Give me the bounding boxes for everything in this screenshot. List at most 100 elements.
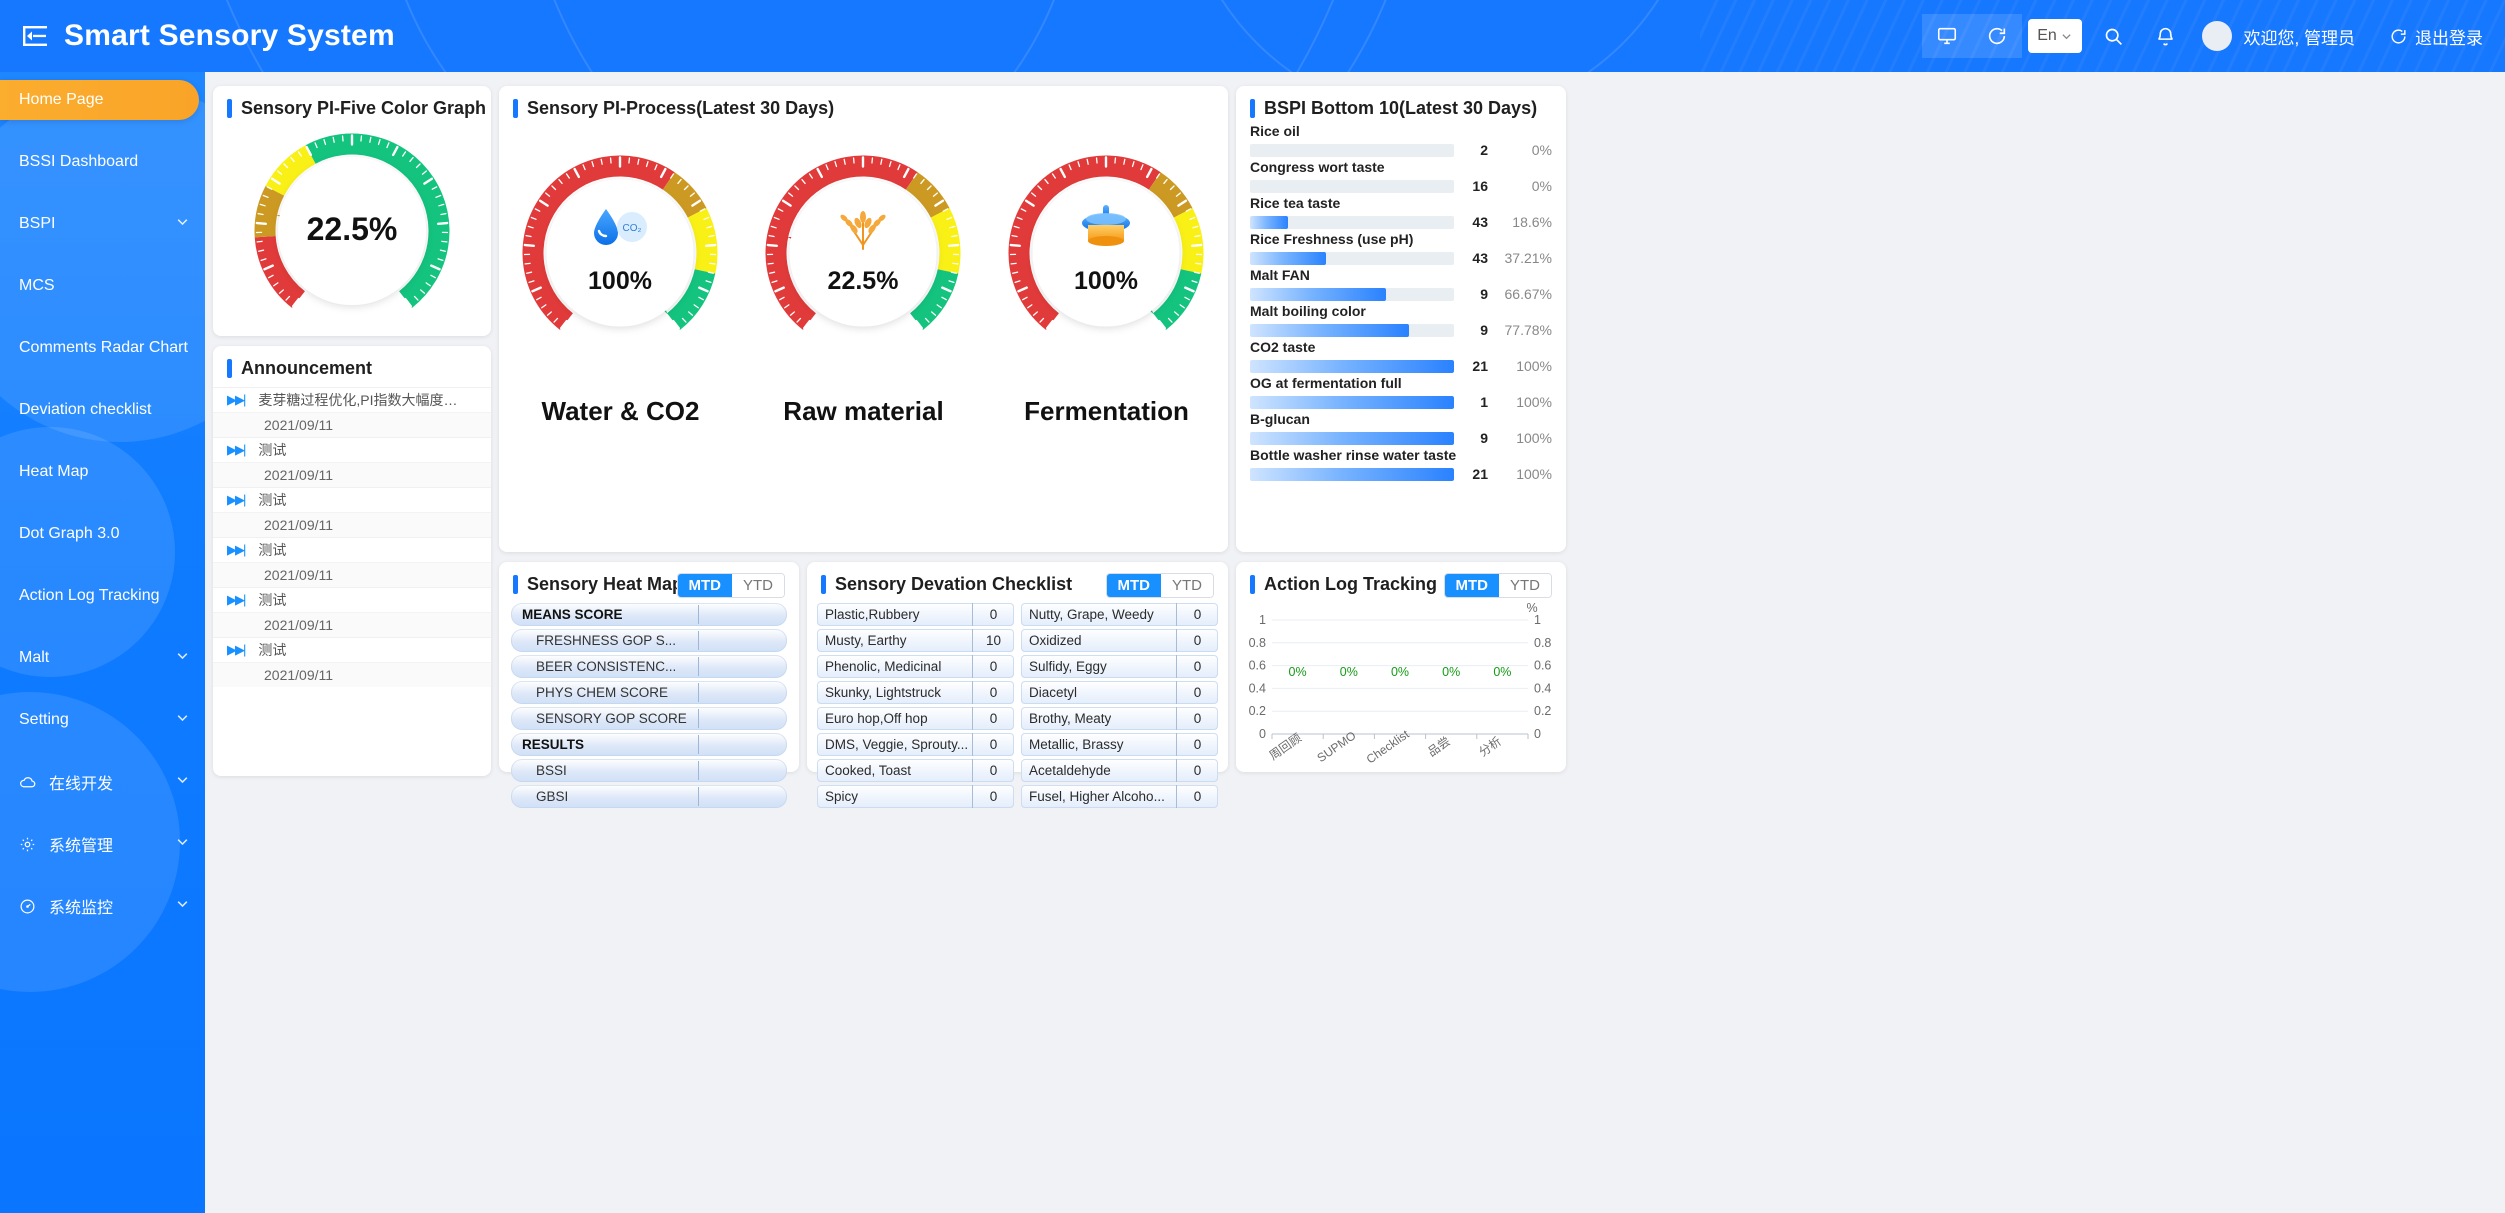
deviation-cell[interactable]: Acetaldehyde 0: [1021, 759, 1218, 782]
heatmap-row[interactable]: BSSI: [511, 759, 787, 782]
deviation-cell[interactable]: Cooked, Toast 0: [817, 759, 1014, 782]
announcement-date: 2021/09/11: [213, 562, 491, 587]
deviation-cell[interactable]: Metallic, Brassy 0: [1021, 733, 1218, 756]
sidebar-item-comments-radar-chart[interactable]: Comments Radar Chart: [0, 328, 205, 368]
bspi-percent: 0%: [1531, 178, 1552, 194]
language-selector[interactable]: En: [2027, 19, 2082, 53]
heatmap-row[interactable]: PHYS CHEM SCORE: [511, 681, 787, 704]
deviation-tab-ytd[interactable]: YTD: [1161, 574, 1213, 597]
sidebar-item-系统监控[interactable]: 系统监控: [0, 886, 205, 926]
deviation-cell[interactable]: Oxidized 0: [1021, 629, 1218, 652]
deviation-cell-label: Fusel, Higher Alcoho...: [1029, 789, 1165, 804]
heatmap-row-label: BEER CONSISTENC...: [536, 659, 677, 674]
deviation-cell[interactable]: Fusel, Higher Alcoho... 0: [1021, 785, 1218, 808]
deviation-cell[interactable]: Musty, Earthy 10: [817, 629, 1014, 652]
heatmap-row[interactable]: RESULTS: [511, 733, 787, 756]
heatmap-tab-ytd[interactable]: YTD: [732, 574, 784, 597]
monitor-icon[interactable]: [1921, 14, 1972, 58]
heatmap-row[interactable]: GBSI: [511, 785, 787, 808]
refresh-icon[interactable]: [1971, 14, 2022, 58]
hamburger-collapse-icon[interactable]: [18, 19, 52, 53]
bspi-count: 9: [1480, 430, 1488, 446]
announcement-item[interactable]: ▶▶| 测试: [213, 537, 491, 562]
process-gauge-svg: 22.5%: [765, 155, 961, 330]
heatmap-row[interactable]: BEER CONSISTENC...: [511, 655, 787, 678]
deviation-cell[interactable]: Brothy, Meaty 0: [1021, 707, 1218, 730]
announcement-item[interactable]: ▶▶| 测试: [213, 587, 491, 612]
announcement-item[interactable]: ▶▶| 测试: [213, 487, 491, 512]
sidebar-item-在线开发[interactable]: 在线开发: [0, 762, 205, 802]
deviation-cell-grid: Plastic,Rubbery 0 Nutty, Grape, Weedy 0 Must…: [807, 601, 1228, 808]
deviation-cell-label: Diacetyl: [1029, 685, 1078, 700]
gauge-tick: [952, 262, 959, 265]
deviation-cell-label: Musty, Earthy: [825, 633, 907, 648]
fast-forward-icon: ▶▶|: [227, 592, 246, 607]
bspi-bar-fill: [1250, 359, 1454, 373]
process-gauge-caption: Raw material: [783, 396, 944, 426]
bspi-row: OG at fermentation full 1 100%: [1236, 374, 1566, 410]
card-sensory-deviation-checklist: Sensory Devation Checklist MTD YTD Plasti…: [807, 562, 1228, 808]
bspi-label: B-glucan: [1250, 411, 1310, 427]
dashboard-icon: [19, 898, 41, 915]
sidebar-item-bssi-dashboard[interactable]: BSSI Dashboard: [0, 142, 205, 182]
action-log-tab-ytd[interactable]: YTD: [1499, 574, 1551, 597]
deviation-cell-value: 10: [972, 629, 1014, 652]
sidebar-item-action-log-tracking[interactable]: Action Log Tracking: [0, 576, 205, 616]
sidebar-item-malt[interactable]: Malt: [0, 638, 205, 678]
sidebar-item-mcs[interactable]: MCS: [0, 266, 205, 306]
bspi-percent: 100%: [1516, 394, 1552, 410]
action-log-tab-mtd[interactable]: MTD: [1444, 574, 1499, 597]
announcement-item[interactable]: ▶▶| 麦芽糖过程优化,PI指数大幅度提升,信息...: [213, 387, 491, 412]
announcement-item[interactable]: ▶▶| 测试: [213, 437, 491, 462]
bspi-percent: 0%: [1531, 142, 1552, 158]
deviation-cell[interactable]: Diacetyl 0: [1021, 681, 1218, 704]
bspi-label: Bottle washer rinse water taste: [1250, 447, 1457, 463]
deviation-cell[interactable]: Skunky, Lightstruck 0: [817, 681, 1014, 704]
logout-button[interactable]: 退出登录: [2389, 24, 2483, 49]
sidebar-item-bspi[interactable]: BSPI: [0, 204, 205, 244]
deviation-cell-label: Skunky, Lightstruck: [825, 685, 942, 700]
sidebar-item-home-page[interactable]: Home Page: [0, 80, 199, 120]
sidebar-item-dot-graph-3-0[interactable]: Dot Graph 3.0: [0, 514, 205, 554]
chart-data-label: 0%: [1391, 665, 1409, 679]
sidebar-item-deviation-checklist[interactable]: Deviation checklist: [0, 390, 205, 430]
sidebar-item-label: MCS: [19, 277, 55, 294]
main-content: Sensory PI-Five Color Graph 22.5% Announ…: [205, 72, 2505, 1213]
bspi-label: Rice oil: [1250, 123, 1300, 139]
process-gauge-caption: Water & CO2: [541, 396, 700, 426]
gauge-tick: [704, 243, 717, 247]
chart-data-label: 0%: [1442, 665, 1460, 679]
bspi-count: 43: [1472, 250, 1488, 266]
chart-data-label: 0%: [1493, 665, 1511, 679]
bspi-count: 21: [1472, 358, 1488, 374]
deviation-cell[interactable]: Nutty, Grape, Weedy 0: [1021, 603, 1218, 626]
bell-icon[interactable]: [2140, 14, 2192, 58]
heatmap-tab-mtd[interactable]: MTD: [677, 574, 732, 597]
heatmap-row[interactable]: FRESHNESS GOP S...: [511, 629, 787, 652]
deviation-cell-label: Brothy, Meaty: [1029, 711, 1112, 726]
announcement-item[interactable]: ▶▶| 测试: [213, 637, 491, 662]
gear-icon: [19, 836, 41, 853]
deviation-cell[interactable]: DMS, Veggie, Sprouty... 0: [817, 733, 1014, 756]
sidebar-item-系统管理[interactable]: 系统管理: [0, 824, 205, 864]
gauge-tick: [1009, 243, 1022, 247]
deviation-cell[interactable]: Sulfidy, Eggy 0: [1021, 655, 1218, 678]
action-log-chart: %0 00.2 0.20.4 0.40.6 0.60.8 0.81 10%周回顾0%SUPM…: [1249, 602, 1552, 766]
heatmap-row[interactable]: MEANS SCORE: [511, 603, 787, 626]
search-icon[interactable]: [2088, 14, 2140, 58]
deviation-cell[interactable]: Euro hop,Off hop 0: [817, 707, 1014, 730]
deviation-cell[interactable]: Phenolic, Medicinal 0: [817, 655, 1014, 678]
deviation-cell-label: Oxidized: [1029, 633, 1082, 648]
heatmap-row[interactable]: SENSORY GOP SCORE: [511, 707, 787, 730]
deviation-cell[interactable]: Spicy 0: [817, 785, 1014, 808]
announcement-date: 2021/09/11: [213, 462, 491, 487]
bspi-percent: 100%: [1516, 430, 1552, 446]
bspi-label: OG at fermentation full: [1250, 375, 1402, 391]
heatmap-tab-group: MTD YTD: [676, 573, 785, 598]
avatar[interactable]: [2201, 21, 2232, 51]
deviation-tab-mtd[interactable]: MTD: [1106, 574, 1161, 597]
chart-y2tick: 1: [1534, 613, 1541, 627]
deviation-cell[interactable]: Plastic,Rubbery 0: [817, 603, 1014, 626]
sidebar-item-setting[interactable]: Setting: [0, 700, 205, 740]
sidebar-item-heat-map[interactable]: Heat Map: [0, 452, 205, 492]
